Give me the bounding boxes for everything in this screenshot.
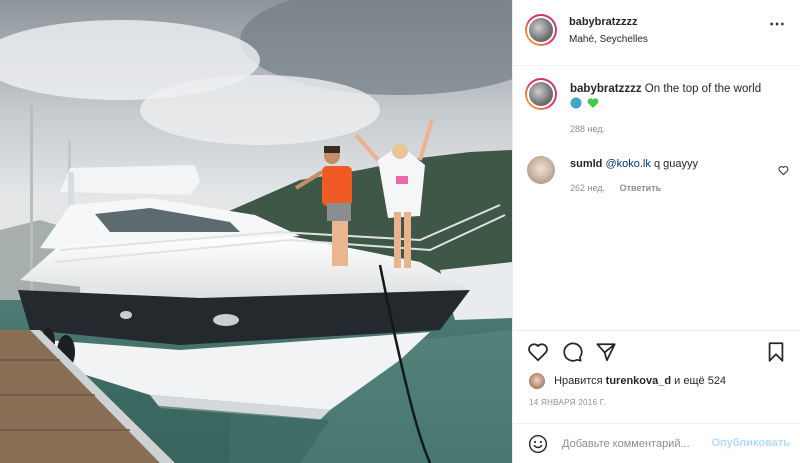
caption-avatar-ring[interactable] [525, 78, 557, 110]
post-caption: babybratzzzz On the top of the world 288… [525, 78, 795, 134]
likes-prefix: Нравится [554, 374, 603, 387]
publish-comment-button[interactable]: Опубликовать [711, 437, 790, 449]
comment-text-block: sumld @koko.lk q guayyy [570, 158, 698, 170]
caption-age[interactable]: 288 нед. [570, 124, 605, 134]
comment-age[interactable]: 262 нед. [570, 183, 605, 193]
caption-text: On the top of the world [644, 83, 762, 95]
globe-emoji [570, 97, 582, 109]
post-header: babybratzzzz Mahé, Seychelles ⋯ [513, 0, 800, 66]
post-location[interactable]: Mahé, Seychelles [569, 34, 648, 45]
post-actions: Нравится turenkova_d и ещё 524 14 ЯНВАРЯ… [513, 330, 800, 463]
post-side-panel: babybratzzzz Mahé, Seychelles ⋯ babybrat… [512, 0, 800, 463]
author-avatar-ring[interactable] [525, 14, 557, 46]
comment-item: sumld @koko.lk q guayyy 262 нед. Ответит… [525, 155, 795, 195]
likes-suffix[interactable]: и ещё 524 [674, 375, 726, 387]
likes-summary[interactable]: Нравится turenkova_d и ещё 524 [529, 373, 726, 389]
green-heart-emoji [587, 97, 599, 109]
bookmark-icon[interactable] [765, 341, 787, 363]
comment-icon[interactable] [561, 341, 583, 363]
commenter-avatar[interactable] [527, 156, 555, 184]
share-icon[interactable] [595, 341, 617, 363]
comment-mention[interactable]: @koko.lk [605, 158, 650, 170]
emoji-smile-icon[interactable] [528, 434, 548, 454]
comment-reply-button[interactable]: Ответить [620, 183, 662, 193]
caption-text-block: babybratzzzz On the top of the world [570, 82, 790, 112]
heart-icon[interactable] [527, 341, 549, 363]
comment-meta: 262 нед. Ответить [570, 183, 661, 193]
caption-avatar[interactable] [529, 82, 553, 106]
add-comment-input[interactable] [562, 434, 702, 454]
post-photo[interactable] [0, 0, 512, 463]
liker-username[interactable]: turenkova_d [606, 375, 671, 387]
more-horizontal-icon[interactable]: ⋯ [769, 17, 786, 33]
author-avatar[interactable] [529, 18, 553, 42]
author-username[interactable]: babybratzzzz [569, 16, 637, 28]
post-date[interactable]: 14 ЯНВАРЯ 2016 Г. [529, 398, 606, 407]
comment-text: q guayyy [653, 158, 698, 170]
liker-avatar[interactable] [529, 373, 545, 389]
caption-username[interactable]: babybratzzzz [570, 83, 642, 95]
add-comment-bar: Опубликовать [513, 423, 800, 463]
comment-like-heart-icon[interactable] [778, 163, 789, 176]
comment-username[interactable]: sumld [570, 158, 602, 170]
